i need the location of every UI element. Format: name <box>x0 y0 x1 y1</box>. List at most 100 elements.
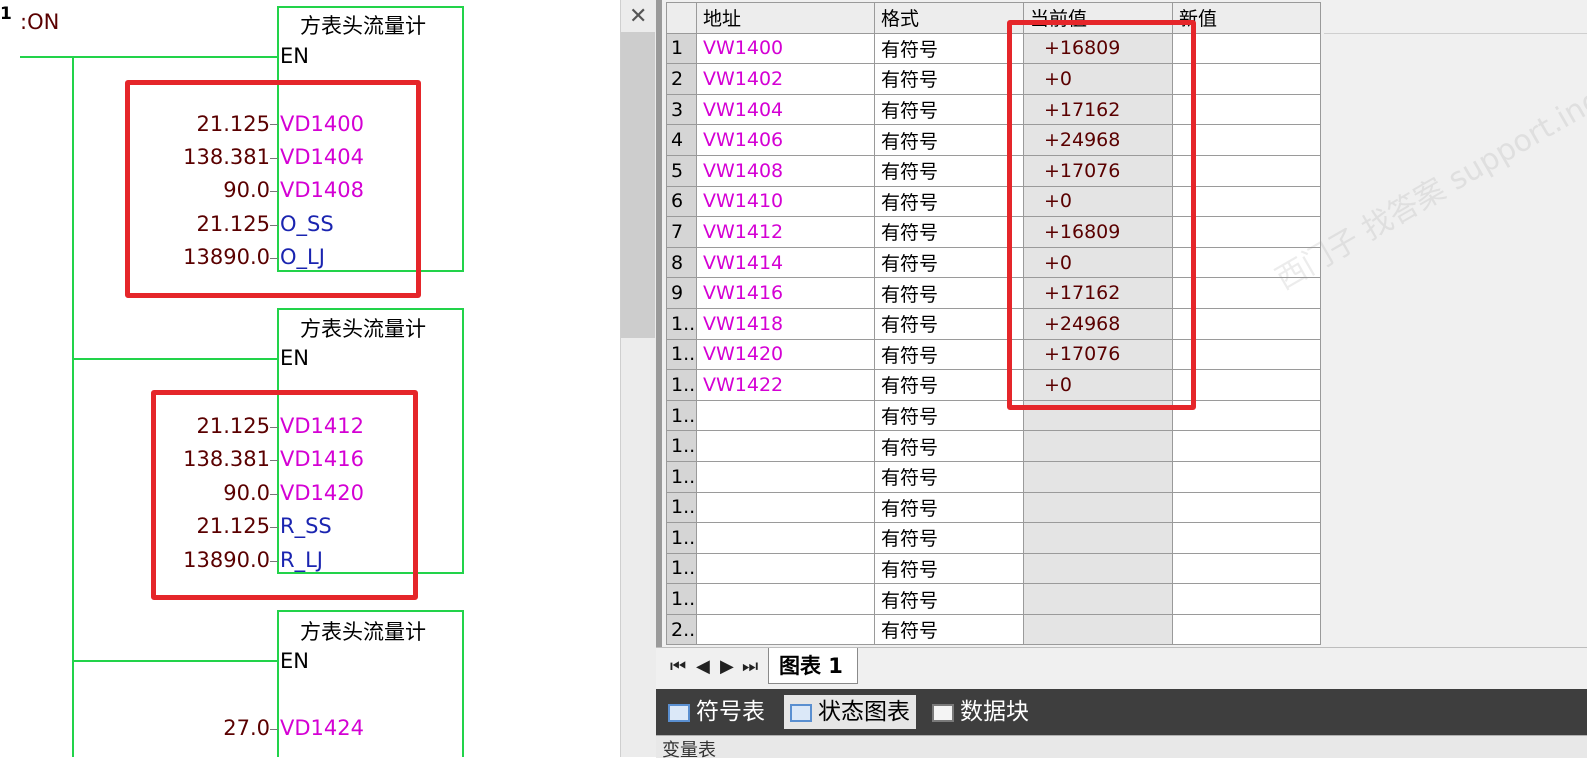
address-cell[interactable]: VW1420 <box>696 338 875 371</box>
table-row[interactable]: 1.. 有符号 <box>666 583 1321 615</box>
format-cell[interactable]: 有符号 <box>874 613 1024 646</box>
status-chart-pane[interactable]: 地址 格式 当前值 新值 1 VW1400 有符号 +16809 2 VW1402 有符号… <box>656 0 1587 761</box>
row-number[interactable]: 3 <box>666 93 697 126</box>
tab-status-chart[interactable]: 状态图表 <box>784 695 916 729</box>
format-cell[interactable]: 有符号 <box>874 277 1024 309</box>
row-number[interactable]: 1.. <box>666 399 697 432</box>
pane-splitter[interactable] <box>656 0 662 690</box>
format-cell[interactable]: 有符号 <box>874 307 1024 340</box>
row-number[interactable]: 1.. <box>666 522 697 554</box>
first-icon[interactable]: ⏮ <box>670 656 686 677</box>
scrollbar-thumb[interactable] <box>621 32 655 338</box>
row-number[interactable]: 9 <box>666 277 697 309</box>
table-row[interactable]: 1.. 有符号 <box>666 522 1321 554</box>
format-cell[interactable]: 有符号 <box>874 369 1024 401</box>
format-cell[interactable]: 有符号 <box>874 522 1024 554</box>
format-cell[interactable]: 有符号 <box>874 338 1024 371</box>
header-corner[interactable] <box>666 2 697 34</box>
address-cell[interactable] <box>696 613 875 646</box>
address-cell[interactable]: VW1408 <box>696 154 875 187</box>
address-cell[interactable] <box>696 491 875 524</box>
close-icon[interactable]: ✕ <box>629 4 647 29</box>
address-cell[interactable] <box>696 522 875 554</box>
table-row[interactable]: 1.. 有符号 <box>666 430 1321 462</box>
row-number[interactable]: 1.. <box>666 369 697 401</box>
table-row[interactable]: 1.. VW1422 有符号 +0 <box>666 369 1321 401</box>
status-chart-table[interactable]: 地址 格式 当前值 新值 1 VW1400 有符号 +16809 2 VW1402 有符号… <box>666 2 1321 646</box>
new-value-cell[interactable] <box>1172 583 1321 615</box>
column-header-address[interactable]: 地址 <box>696 2 875 34</box>
format-cell[interactable]: 有符号 <box>874 552 1024 585</box>
new-value-cell[interactable] <box>1172 552 1321 585</box>
table-row[interactable]: 1.. 有符号 <box>666 460 1321 493</box>
address-cell[interactable] <box>696 399 875 432</box>
format-cell[interactable]: 有符号 <box>874 583 1024 615</box>
table-row[interactable]: 1.. 有符号 <box>666 399 1321 432</box>
address-cell[interactable] <box>696 460 875 493</box>
row-number[interactable]: 1.. <box>666 338 697 371</box>
table-row[interactable]: 4 VW1406 有符号 +24968 <box>666 124 1321 156</box>
new-value-cell[interactable] <box>1172 522 1321 554</box>
table-row[interactable]: 9 VW1416 有符号 +17162 <box>666 277 1321 309</box>
table-row[interactable]: 8 VW1414 有符号 +0 <box>666 246 1321 279</box>
format-cell[interactable]: 有符号 <box>874 154 1024 187</box>
param-name[interactable]: VD1424 <box>280 716 364 740</box>
format-cell[interactable]: 有符号 <box>874 246 1024 279</box>
tab-data-block[interactable]: 数据块 <box>932 695 1029 729</box>
new-value-cell[interactable] <box>1172 613 1321 646</box>
row-number[interactable]: 1.. <box>666 307 697 340</box>
ladder-editor[interactable]: 1 :ON 方表头流量计 EN 21.125 VD1400 138.381 VD… <box>0 0 620 757</box>
table-row[interactable]: 5 VW1408 有符号 +17076 <box>666 154 1321 187</box>
new-value-cell[interactable] <box>1172 430 1321 462</box>
table-row[interactable]: 1 VW1400 有符号 +16809 <box>666 32 1321 65</box>
address-cell[interactable] <box>696 552 875 585</box>
table-row[interactable]: 3 VW1404 有符号 +17162 <box>666 93 1321 126</box>
tab-chart-1[interactable]: 图表 1 <box>768 648 858 684</box>
row-number[interactable]: 1.. <box>666 460 697 493</box>
contact-label[interactable]: :ON <box>20 10 59 34</box>
address-cell[interactable] <box>696 583 875 615</box>
address-cell[interactable]: VW1402 <box>696 63 875 95</box>
row-number[interactable]: 2 <box>666 63 697 95</box>
row-number[interactable]: 7 <box>666 216 697 248</box>
row-number[interactable]: 1 <box>666 32 697 65</box>
table-row[interactable]: 1.. 有符号 <box>666 491 1321 524</box>
address-cell[interactable] <box>696 430 875 462</box>
format-cell[interactable]: 有符号 <box>874 124 1024 156</box>
table-row[interactable]: 2 VW1402 有符号 +0 <box>666 63 1321 95</box>
last-icon[interactable]: ⏭ <box>742 656 758 677</box>
format-cell[interactable]: 有符号 <box>874 185 1024 218</box>
new-value-cell[interactable] <box>1172 491 1321 524</box>
row-number[interactable]: 2.. <box>666 613 697 646</box>
table-row[interactable]: 1.. VW1418 有符号 +24968 <box>666 307 1321 340</box>
table-row[interactable]: 1.. VW1420 有符号 +17076 <box>666 338 1321 371</box>
format-cell[interactable]: 有符号 <box>874 430 1024 462</box>
format-cell[interactable]: 有符号 <box>874 491 1024 524</box>
table-row[interactable]: 1.. 有符号 <box>666 552 1321 585</box>
table-row[interactable]: 2.. 有符号 <box>666 613 1321 646</box>
address-cell[interactable]: VW1414 <box>696 246 875 279</box>
address-cell[interactable]: VW1410 <box>696 185 875 218</box>
address-cell[interactable]: VW1422 <box>696 369 875 401</box>
row-number[interactable]: 1.. <box>666 491 697 524</box>
row-number[interactable]: 6 <box>666 185 697 218</box>
address-cell[interactable]: VW1416 <box>696 277 875 309</box>
address-cell[interactable]: VW1418 <box>696 307 875 340</box>
vertical-scrollbar[interactable]: ✕ <box>620 0 657 757</box>
address-cell[interactable]: VW1406 <box>696 124 875 156</box>
row-number[interactable]: 1.. <box>666 583 697 615</box>
address-cell[interactable]: VW1400 <box>696 32 875 65</box>
format-cell[interactable]: 有符号 <box>874 399 1024 432</box>
format-cell[interactable]: 有符号 <box>874 93 1024 126</box>
row-number[interactable]: 5 <box>666 154 697 187</box>
prev-icon[interactable]: ◀ <box>696 656 710 677</box>
address-cell[interactable]: VW1412 <box>696 216 875 248</box>
format-cell[interactable]: 有符号 <box>874 32 1024 65</box>
next-icon[interactable]: ▶ <box>720 656 734 677</box>
row-number[interactable]: 1.. <box>666 430 697 462</box>
format-cell[interactable]: 有符号 <box>874 63 1024 95</box>
row-number[interactable]: 1.. <box>666 552 697 585</box>
address-cell[interactable]: VW1404 <box>696 93 875 126</box>
row-number[interactable]: 4 <box>666 124 697 156</box>
row-number[interactable]: 8 <box>666 246 697 279</box>
